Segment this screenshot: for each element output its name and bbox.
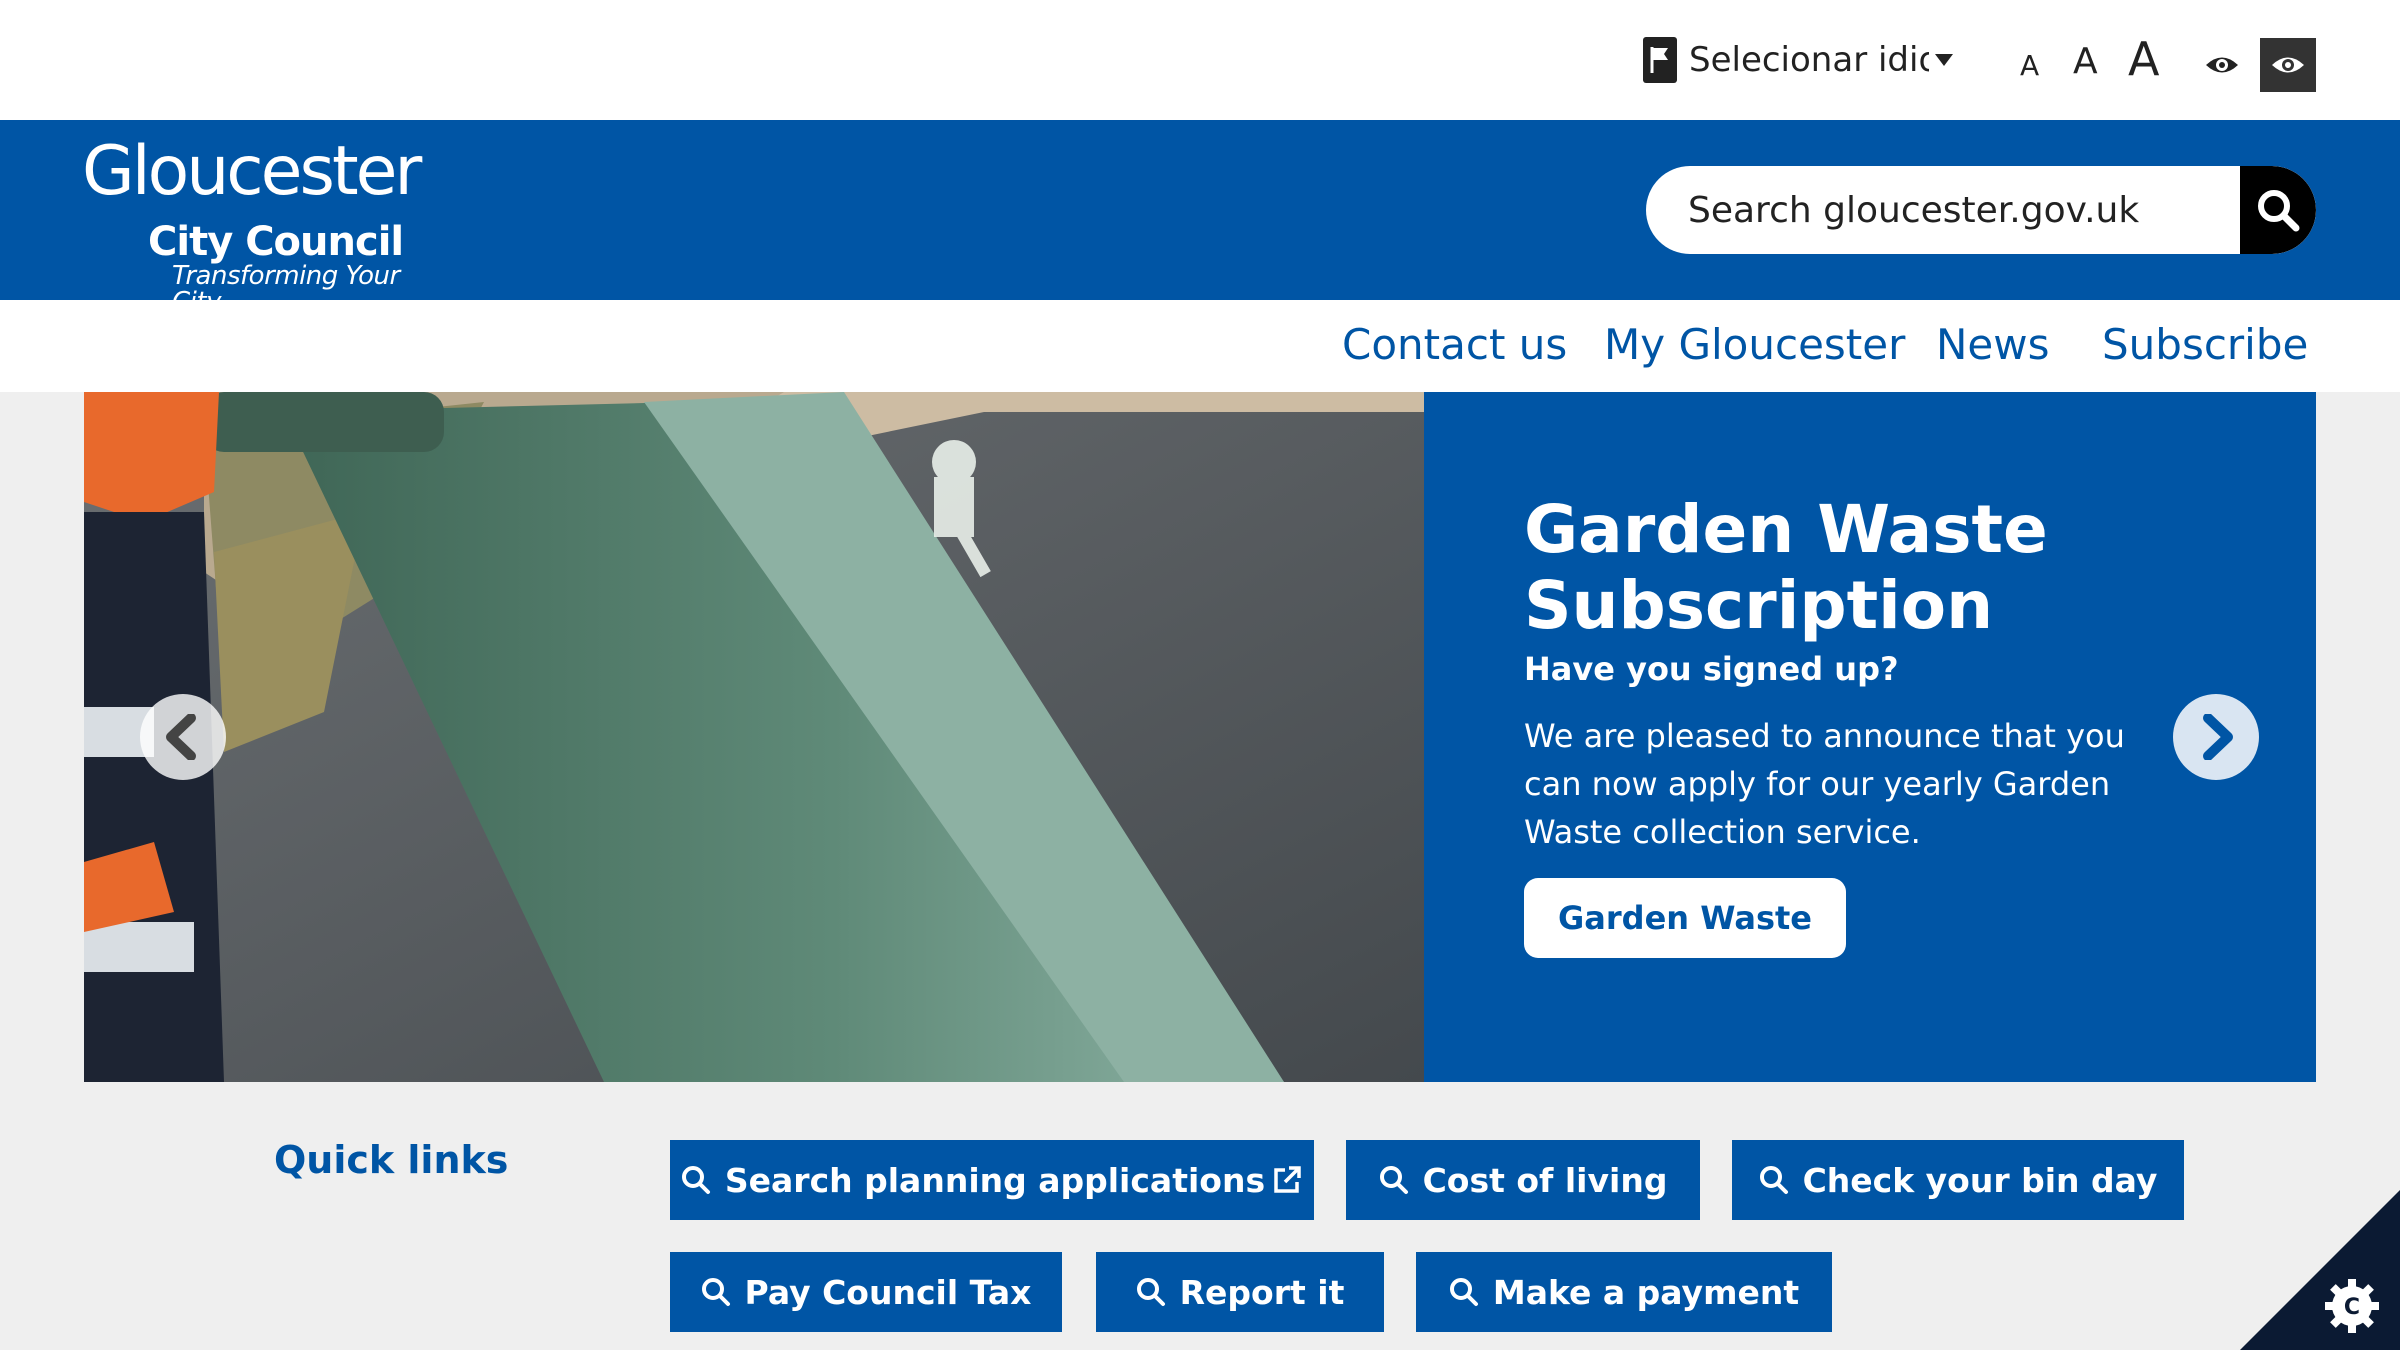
svg-text:C: C [2344, 1295, 2360, 1320]
quick-link-make-payment[interactable]: Make a payment [1416, 1252, 1832, 1332]
chevron-left-icon [166, 714, 196, 760]
hero-title: Garden Waste Subscription [1524, 491, 2048, 644]
site-logo[interactable]: Gloucester City Council Transforming You… [82, 132, 442, 316]
cookie-settings-button[interactable]: C [2240, 1190, 2400, 1350]
high-contrast-button[interactable] [2260, 38, 2316, 92]
utility-bar: Selecionar idioma A A A [0, 0, 2400, 120]
nav-contact-us[interactable]: Contact us [1342, 320, 1567, 369]
quick-link-planning[interactable]: Search planning applications [670, 1140, 1314, 1220]
quick-links-heading: Quick links [274, 1138, 509, 1182]
nav-subscribe[interactable]: Subscribe [2102, 320, 2308, 369]
nav-my-gloucester[interactable]: My Gloucester [1604, 320, 1905, 369]
quick-link-cost-of-living[interactable]: Cost of living [1346, 1140, 1700, 1220]
carousel-next-button[interactable] [2173, 694, 2259, 780]
carousel-prev-button[interactable] [140, 694, 226, 780]
quick-link-label: Search planning applications [724, 1160, 1266, 1200]
cookie-settings-icon: C [2240, 1190, 2400, 1350]
hero-carousel: Garden Waste Subscription Have you signe… [84, 392, 2316, 1082]
text-size-medium-button[interactable]: A [2073, 44, 2098, 80]
search-icon [701, 1278, 730, 1306]
search-button[interactable] [2240, 166, 2316, 254]
chevron-right-icon [2203, 714, 2233, 760]
search-icon [1136, 1278, 1165, 1306]
caret-down-icon [1935, 54, 1953, 66]
quick-link-label: Report it [1179, 1272, 1345, 1312]
quick-link-label: Cost of living [1422, 1160, 1668, 1200]
hero-body-text: We are pleased to announce that you can … [1524, 717, 2125, 851]
hero-image [84, 392, 1424, 1082]
nav-news[interactable]: News [1936, 320, 2050, 369]
search-icon [2258, 190, 2300, 232]
search-icon [681, 1166, 710, 1194]
logo-line-1: Gloucester [82, 132, 422, 211]
search-input[interactable] [1646, 166, 2240, 254]
text-size-small-button[interactable]: A [2020, 52, 2039, 80]
quick-link-label: Check your bin day [1802, 1160, 2158, 1200]
logo-line-2: City Council [148, 219, 404, 265]
site-header: Gloucester City Council Transforming You… [0, 120, 2400, 316]
language-selector[interactable]: Selecionar idioma [1643, 36, 1953, 84]
hero-subtitle: Have you signed up? [1524, 650, 1899, 688]
external-link-icon [1274, 1166, 1301, 1193]
language-label: Selecionar idioma [1689, 40, 1929, 80]
search-icon [1759, 1166, 1788, 1194]
eye-icon [2272, 57, 2304, 73]
quick-link-bin-day[interactable]: Check your bin day [1732, 1140, 2184, 1220]
quick-link-label: Pay Council Tax [744, 1272, 1032, 1312]
quick-link-label: Make a payment [1492, 1272, 1800, 1312]
eye-icon [2206, 57, 2238, 73]
site-search [1646, 166, 2316, 254]
quick-link-council-tax[interactable]: Pay Council Tax [670, 1252, 1062, 1332]
search-icon [1379, 1166, 1408, 1194]
search-icon [1449, 1278, 1478, 1306]
garden-waste-button[interactable]: Garden Waste [1524, 878, 1846, 958]
main-nav: Contact us My Gloucester News Subscribe [0, 300, 2400, 392]
text-size-large-button[interactable]: A [2128, 36, 2159, 82]
flag-icon [1643, 37, 1677, 83]
normal-contrast-button[interactable] [2194, 38, 2250, 92]
quick-link-report-it[interactable]: Report it [1096, 1252, 1384, 1332]
